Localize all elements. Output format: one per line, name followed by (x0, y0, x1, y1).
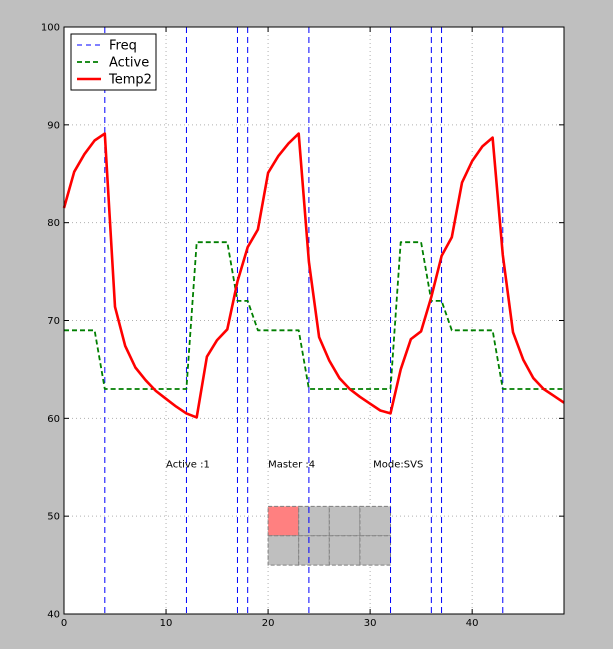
annotations: Active :1 Master :4 Mode:SVS (166, 459, 423, 470)
y-tick-label: 80 (47, 218, 60, 229)
overlay-grid (267, 505, 392, 566)
overlay-cell (359, 535, 392, 566)
overlay-cell (359, 505, 392, 537)
annotation-text: Master :4 (268, 459, 315, 470)
legend: Freq Active Temp2 (70, 33, 157, 91)
y-tick-label: 50 (47, 512, 60, 523)
overlay-cell (298, 505, 330, 537)
x-tick-label: 10 (160, 618, 173, 629)
y-tick-label: 70 (47, 316, 60, 327)
legend-label: Freq (109, 39, 137, 54)
x-tick-label: 30 (364, 618, 377, 629)
y-tick-label: 90 (47, 120, 60, 131)
x-tick-label: 40 (466, 618, 479, 629)
annotation-text: Mode:SVS (373, 459, 423, 470)
x-tick-label: 0 (61, 618, 67, 629)
x-tick-label: 20 (262, 618, 275, 629)
line-chart: 0 10 20 30 40 40 50 60 70 80 90 100 Active :1 Master… (41, 23, 565, 629)
y-tick-label: 40 (47, 610, 60, 621)
legend-label: Temp2 (108, 73, 152, 88)
y-tick-label: 100 (41, 23, 60, 34)
y-tick-label: 60 (47, 414, 60, 425)
overlay-cell (328, 505, 361, 537)
overlay-cell (267, 535, 300, 566)
annotation-text: Active :1 (166, 459, 210, 470)
legend-label: Active (109, 56, 149, 71)
overlay-cell (328, 535, 361, 566)
overlay-cell (267, 505, 300, 537)
overlay-cell (298, 535, 330, 566)
